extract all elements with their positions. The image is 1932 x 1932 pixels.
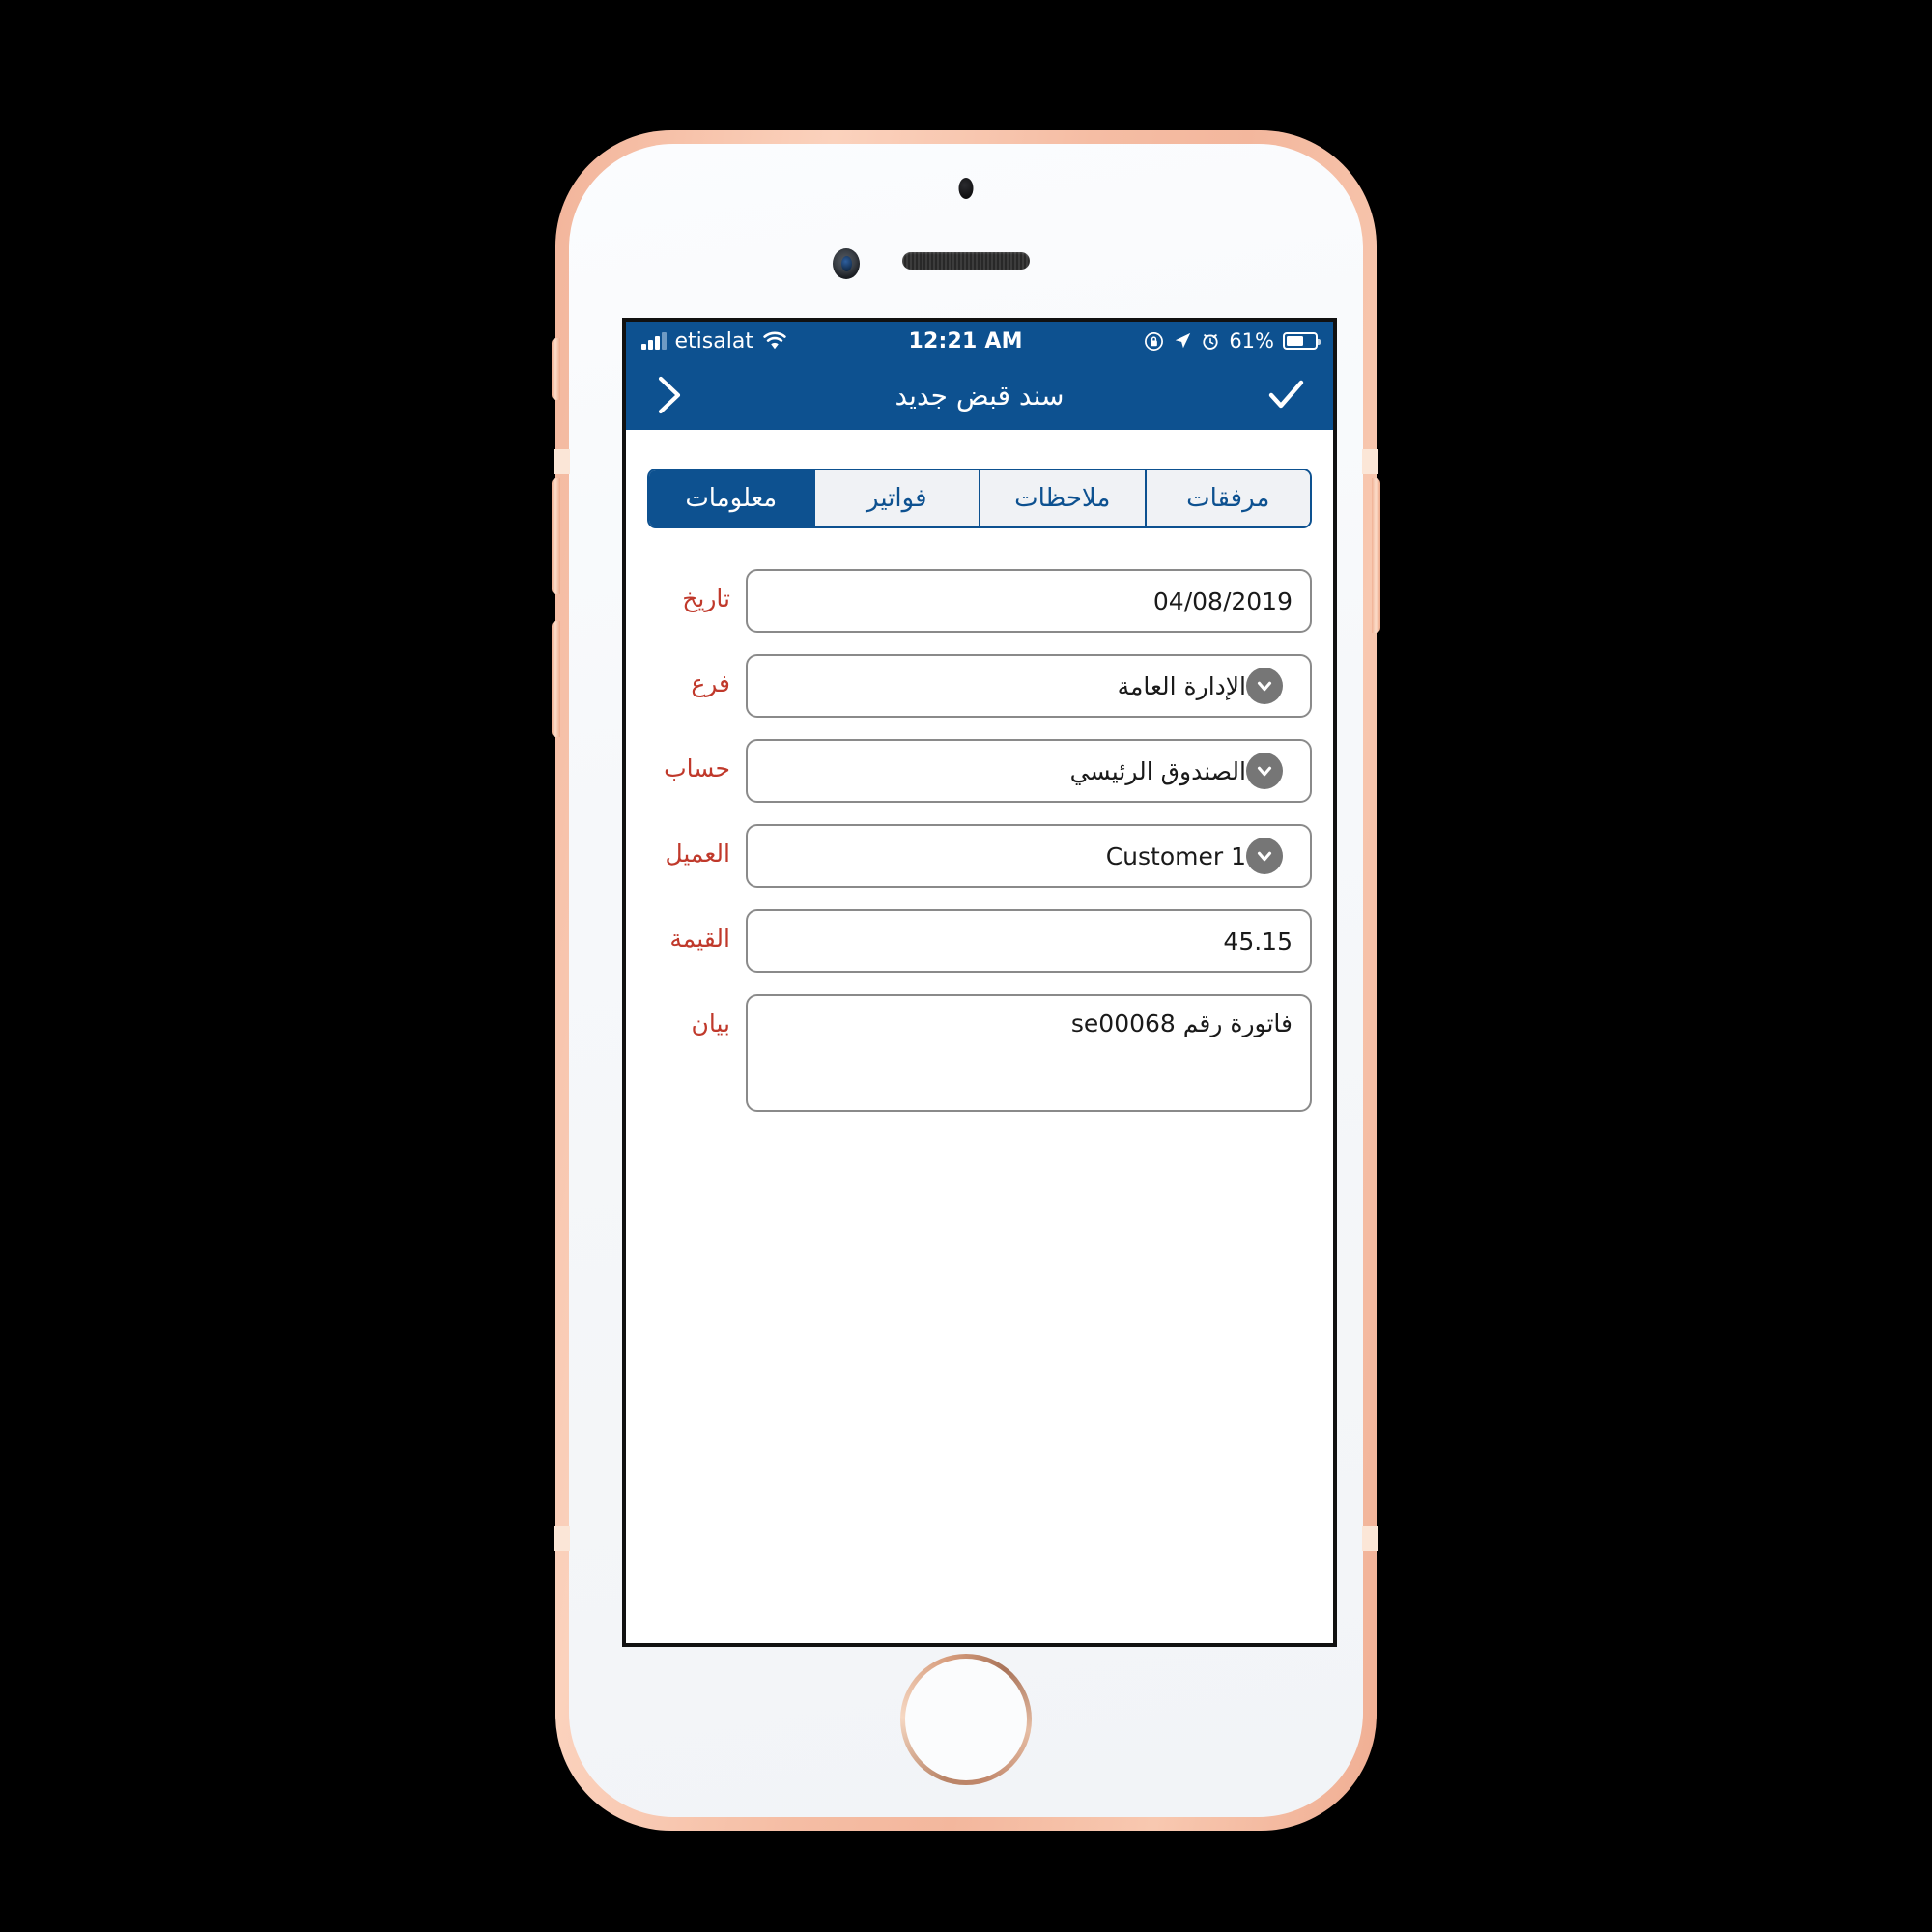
date-field[interactable]: 04/08/2019 [746,569,1312,633]
navigation-bar: سند قبض جديد [626,360,1333,430]
account-select-value: الصندوق الرئيسي [1069,756,1246,785]
statement-field-label: بيان [691,1009,730,1037]
tab-notes[interactable]: ملاحظات [979,470,1145,526]
phone-device-frame: etisalat 12:21 AM 61% سند قبض جديد مرفقا… [552,130,1380,1831]
volume-up-button[interactable] [552,478,560,594]
status-bar: etisalat 12:21 AM 61% [626,322,1333,360]
tab-attachments[interactable]: مرفقات [1144,470,1310,526]
date-field-value: 04/08/2019 [1152,586,1293,615]
branch-select-value: الإدارة العامة [1117,671,1246,700]
volume-down-button[interactable] [552,621,560,737]
form-row-date: 04/08/2019 تاريخ [647,569,1312,633]
account-select[interactable]: الصندوق الرئيسي [746,739,1312,803]
antenna-band-left-top [554,449,570,474]
form-row-account: الصندوق الرئيسي حساب [647,739,1312,803]
page-title: سند قبض جديد [895,379,1065,412]
segmented-tab-bar: مرفقات ملاحظات فواتير معلومات [647,469,1312,528]
branch-select[interactable]: الإدارة العامة [746,654,1312,718]
branch-field-label: فرع [691,669,730,697]
signal-bars-icon [641,332,667,350]
customer-select-value: Customer 1 [1105,841,1246,870]
phone-front-glass: etisalat 12:21 AM 61% سند قبض جديد مرفقا… [569,144,1363,1817]
battery-icon [1283,332,1321,350]
battery-percent-label: 61% [1229,329,1274,353]
proximity-sensor-icon [958,178,974,199]
form-row-amount: 45.15 القيمة [647,909,1312,973]
content-area: مرفقات ملاحظات فواتير معلومات 04/08/2019… [626,430,1333,1643]
home-button[interactable] [900,1654,1032,1785]
status-bar-clock: 12:21 AM [908,328,1023,354]
power-button[interactable] [1372,478,1380,633]
antenna-band-right-bottom [1362,1526,1378,1551]
back-chevron-right-button[interactable] [651,373,684,417]
form-row-customer: Customer 1 العميل [647,824,1312,888]
tab-information[interactable]: معلومات [649,470,813,526]
confirm-check-button[interactable] [1264,373,1308,417]
voucher-form: 04/08/2019 تاريخ الإدارة العامة فرع الصن… [647,569,1312,1112]
rotation-lock-icon [1144,331,1164,352]
front-camera-icon [833,248,860,279]
form-row-statement: فاتورة رقم se00068 بيان [647,994,1312,1112]
tab-invoices[interactable]: فواتير [812,470,979,526]
form-row-branch: الإدارة العامة فرع [647,654,1312,718]
amount-field-label: القيمة [669,924,730,952]
silent-switch-button[interactable] [552,338,560,400]
screenshot-canvas: etisalat 12:21 AM 61% سند قبض جديد مرفقا… [0,0,1932,1932]
customer-select[interactable]: Customer 1 [746,824,1312,888]
customer-field-label: العميل [665,839,730,867]
status-bar-left-group: etisalat [641,329,787,354]
status-bar-right-group: 61% [1144,329,1321,353]
amount-field-value: 45.15 [1223,926,1293,955]
alarm-clock-icon [1201,331,1220,351]
chevron-down-icon[interactable] [1246,668,1283,704]
antenna-band-right-top [1362,449,1378,474]
chevron-down-icon[interactable] [1246,753,1283,789]
account-field-label: حساب [664,754,730,782]
statement-textarea[interactable]: فاتورة رقم se00068 [746,994,1312,1112]
amount-field[interactable]: 45.15 [746,909,1312,973]
device-screen: etisalat 12:21 AM 61% سند قبض جديد مرفقا… [622,318,1337,1647]
wifi-icon [762,331,787,351]
location-arrow-icon [1173,331,1192,351]
chevron-down-icon[interactable] [1246,838,1283,874]
carrier-label: etisalat [674,328,753,354]
antenna-band-left-bottom [554,1526,570,1551]
earpiece-speaker-icon [902,252,1030,270]
date-field-label: تاريخ [682,584,730,612]
statement-textarea-value: فاتورة رقم se00068 [1070,1009,1293,1037]
